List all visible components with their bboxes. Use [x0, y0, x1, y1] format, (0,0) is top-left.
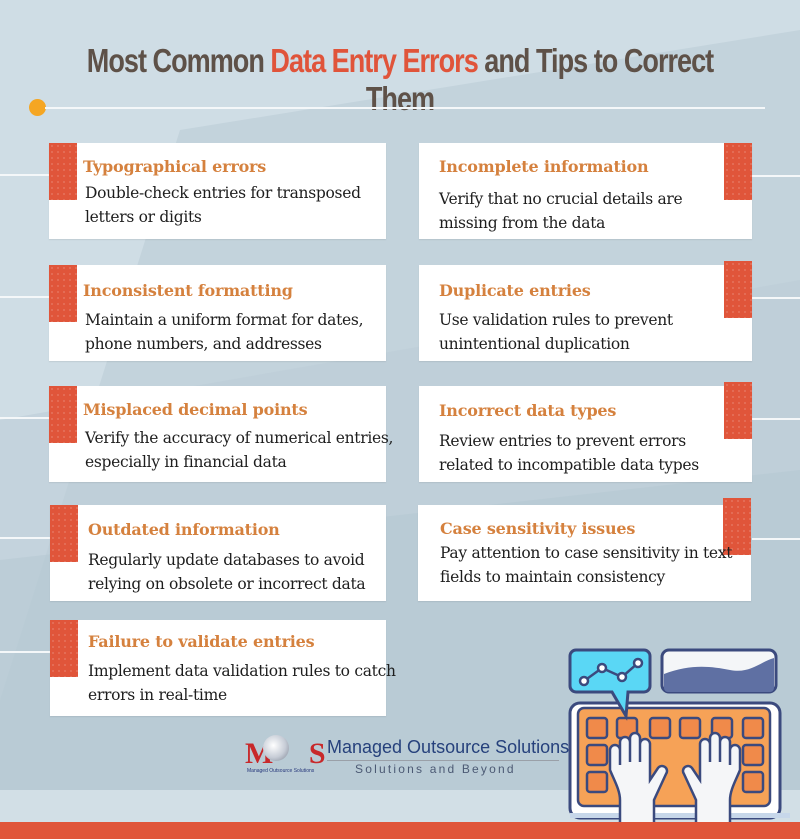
bullet-dot-icon [29, 99, 46, 116]
card-heading: Typographical errors [83, 157, 267, 176]
card-heading: Inconsistent formatting [83, 281, 293, 300]
card-body: Verify the accuracy of numerical entries… [85, 429, 394, 471]
logo-mark: M S [245, 737, 340, 770]
tip-card-inconsistent-formatting: Inconsistent formatting Maintain a unifo… [49, 265, 386, 361]
globe-icon [263, 735, 289, 761]
keyboard-typing-illustration [568, 648, 790, 830]
company-name: Managed Outsource Solutions [327, 737, 570, 757]
tip-card-misplaced-decimal-points: Misplaced decimal points Verify the accu… [49, 386, 393, 482]
connector-line [0, 417, 50, 419]
logo-divider [327, 760, 559, 761]
accent-block [49, 386, 77, 443]
title-prefix: Most Common [86, 42, 271, 79]
card-body: Pay attention to case sensitivity in tex… [440, 544, 733, 586]
tip-card-failure-to-validate-entries: Failure to validate entries Implement da… [50, 620, 396, 716]
card-body: Double-check entries for transposed lett… [85, 184, 361, 226]
card-body: Verify that no crucial details are missi… [439, 190, 683, 232]
tip-card-incorrect-data-types: Incorrect data types Review entries to p… [419, 382, 752, 482]
area-chart-panel-icon [660, 648, 778, 694]
accent-block [50, 505, 78, 562]
title-highlight: Data Entry Errors [270, 42, 478, 79]
logo-mark-subtitle: Managed Outsource Solutions [247, 768, 315, 774]
tip-card-incomplete-information: Incomplete information Verify that no cr… [419, 143, 752, 239]
card-heading: Misplaced decimal points [83, 400, 308, 419]
card-heading: Outdated information [88, 520, 280, 539]
tip-card-duplicate-entries: Duplicate entries Use validation rules t… [419, 261, 752, 361]
connector-line [752, 538, 800, 540]
connector-line [0, 296, 50, 298]
accent-block [49, 265, 77, 322]
connector-line [0, 537, 50, 539]
tip-card-typographical-errors: Typographical errors Double-check entrie… [49, 143, 386, 239]
card-body: Maintain a uniform format for dates, pho… [85, 311, 364, 353]
card-body: Use validation rules to prevent unintent… [439, 311, 673, 353]
card-heading: Failure to validate entries [88, 632, 315, 651]
company-logo: M S Managed Outsource Solutions Managed … [245, 735, 569, 780]
card-heading: Case sensitivity issues [440, 519, 636, 538]
tip-card-case-sensitivity-issues: Case sensitivity issues Pay attention to… [418, 498, 751, 601]
card-heading: Duplicate entries [439, 281, 591, 300]
title-divider [45, 107, 765, 109]
company-tagline: Solutions and Beyond [355, 762, 516, 776]
connector-line [752, 418, 800, 420]
accent-block [49, 143, 77, 200]
accent-block [50, 620, 78, 677]
card-body: Review entries to prevent errors related… [439, 432, 699, 474]
footer-band [0, 822, 800, 839]
connector-line [0, 174, 50, 176]
card-body: Regularly update databases to avoid rely… [88, 551, 366, 593]
connector-line [752, 175, 800, 177]
connector-line [752, 297, 800, 299]
card-heading: Incomplete information [439, 157, 649, 176]
tip-card-outdated-information: Outdated information Regularly update da… [50, 505, 386, 601]
card-heading: Incorrect data types [439, 401, 617, 420]
connector-line [0, 651, 50, 653]
keyboard-icon [568, 701, 790, 820]
card-body: Implement data validation rules to catch… [88, 662, 396, 704]
